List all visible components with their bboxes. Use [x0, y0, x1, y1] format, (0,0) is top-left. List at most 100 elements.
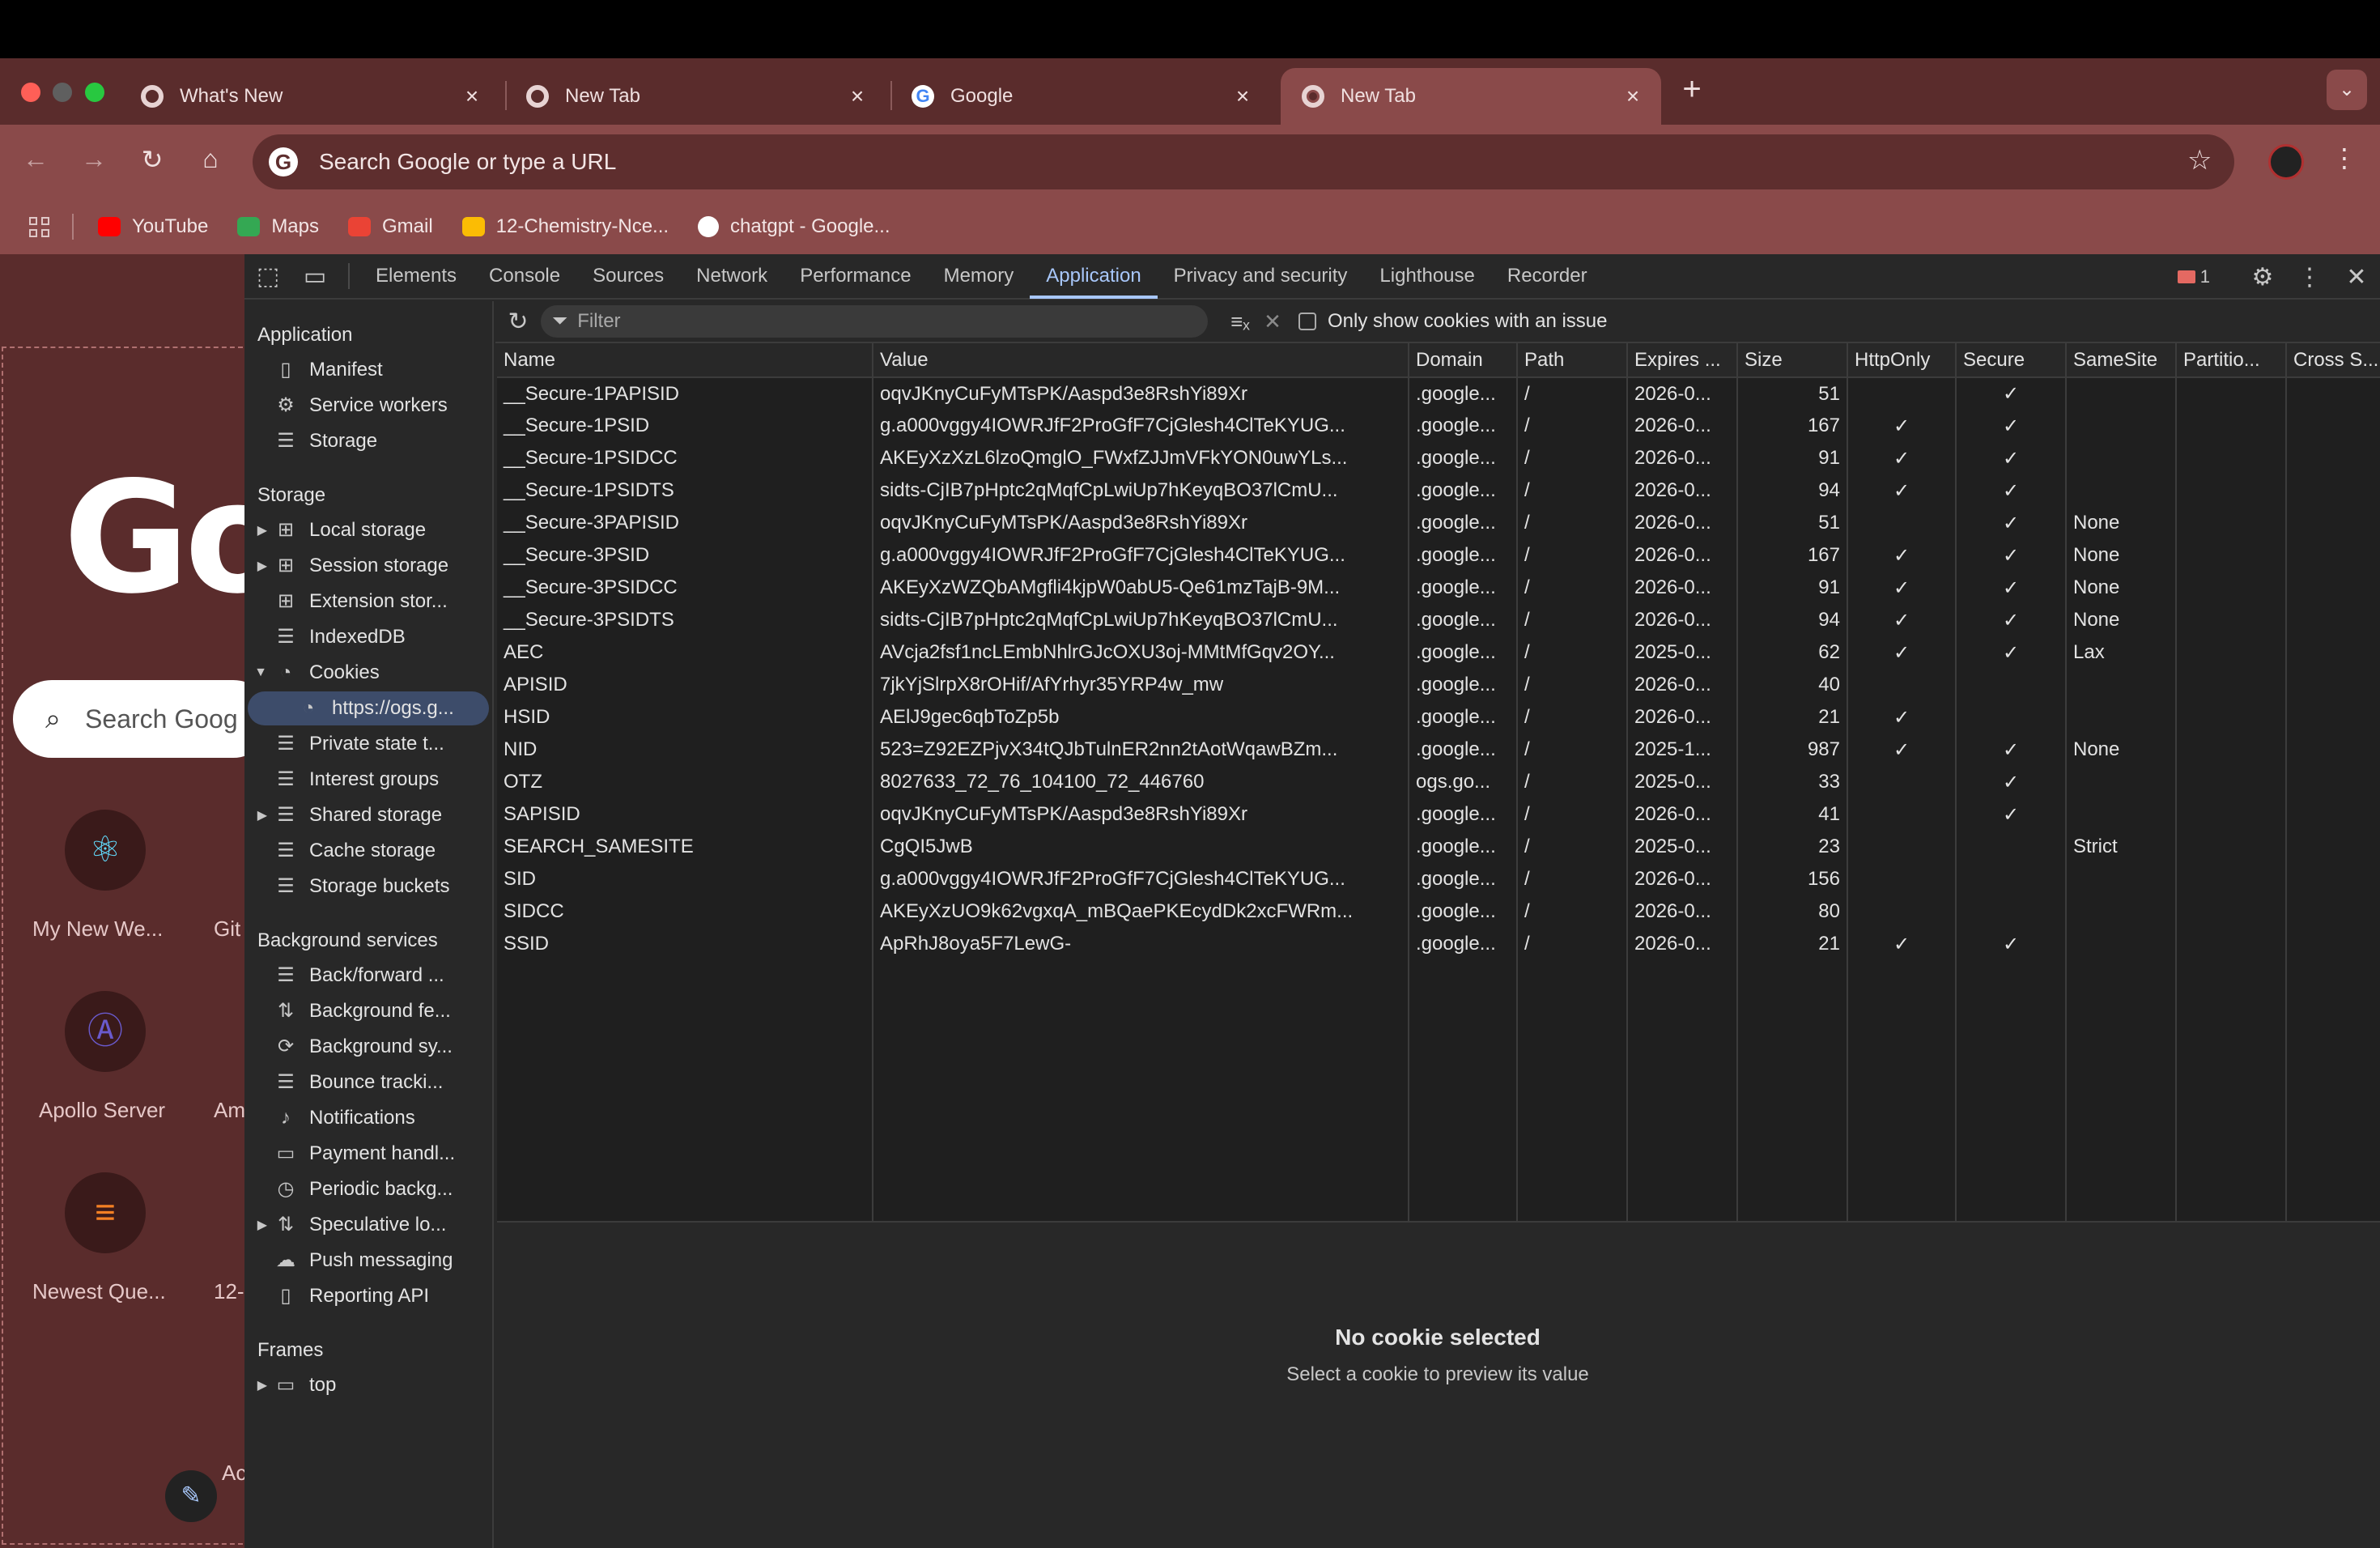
forward-arrow-icon[interactable]: →	[76, 144, 112, 174]
table-row[interactable]: APISID 7jkYjSlrpX8rOHif/AfYrhyr35YRP4w_mw…	[497, 669, 2380, 701]
shortcut-label-partial[interactable]: Git	[214, 916, 240, 942]
table-row[interactable]: __Secure-3PSIDTS sidts-CjIB7pHptc2qMqfCpL…	[497, 604, 2380, 636]
tab-close-icon[interactable]: ×	[1621, 83, 1645, 109]
devtools-tab[interactable]: Elements	[359, 253, 473, 299]
column-header[interactable]: Size	[1737, 343, 1848, 378]
table-row[interactable]: __Secure-3PSIDCC AKEyXzWZQbAMgfli4kjpW0ab…	[497, 572, 2380, 604]
browser-tab[interactable]: New Tab ×	[505, 68, 886, 125]
sidebar-item-shared-storage[interactable]: ▶ ☰ Shared storage	[244, 798, 492, 832]
devtools-tab-active[interactable]: Application	[1030, 253, 1158, 299]
devtools-tab[interactable]: Sources	[576, 253, 680, 299]
cookie-filter-input[interactable]: ⏷ Filter	[541, 305, 1208, 338]
tab-close-icon[interactable]: ×	[460, 83, 484, 109]
new-tab-button[interactable]: +	[1676, 71, 1708, 108]
bookmark-star-icon[interactable]: ☆	[2187, 144, 2212, 176]
window-close-button[interactable]	[21, 83, 40, 102]
bookmark-chatgpt[interactable]: chatgpt - Google...	[698, 215, 890, 238]
bookmark-youtube[interactable]: YouTube	[98, 215, 208, 238]
shortcut-label[interactable]: Apollo Server	[39, 1098, 165, 1123]
devtools-tab[interactable]: Performance	[784, 253, 927, 299]
devtools-tab[interactable]: Recorder	[1491, 253, 1604, 299]
back-arrow-icon[interactable]: ←	[18, 144, 53, 174]
devtools-tab[interactable]: Console	[473, 253, 576, 299]
close-devtools-icon[interactable]: ✕	[2333, 263, 2380, 291]
issues-counter[interactable]: 1	[2177, 266, 2210, 287]
page-search-box[interactable]: ⌕ Search Goog	[13, 680, 244, 758]
device-toolbar-icon[interactable]: ▭	[291, 262, 338, 291]
column-header[interactable]: Value	[873, 343, 1409, 378]
sidebar-item-cookies[interactable]: ▼ ◔ Cookies	[244, 656, 492, 690]
bookmark-chemistry[interactable]: 12-Chemistry-Nce...	[461, 215, 669, 238]
window-maximize-button[interactable]	[85, 83, 104, 102]
sidebar-item-storage-buckets[interactable]: ☰ Storage buckets	[244, 870, 492, 904]
sidebar-item-frame-top[interactable]: ▶ ▭ top	[244, 1368, 492, 1402]
table-row[interactable]: __Secure-1PSID g.a000vggy4IOWRJfF2ProGfF7…	[497, 410, 2380, 442]
table-row[interactable]: SIDCC AKEyXzUO9k62vgxqA_mBQaePKEcydDk2xcF…	[497, 895, 2380, 928]
refresh-icon[interactable]: ↻	[495, 308, 541, 336]
bookmark-gmail[interactable]: Gmail	[348, 215, 433, 238]
sidebar-item-background-sync[interactable]: ⟳ Background sy...	[244, 1030, 492, 1064]
reload-icon[interactable]: ↻	[134, 144, 170, 175]
table-row[interactable]: NID 523=Z92EZPjvX34tQJbTulnER2nn2tAotWqaw…	[497, 734, 2380, 766]
browser-tab[interactable]: What's New ×	[120, 68, 500, 125]
shortcut-label[interactable]: Newest Que...	[32, 1279, 166, 1304]
sidebar-item-reporting-api[interactable]: ▯ Reporting API	[244, 1279, 492, 1313]
shortcut-label-partial[interactable]: Am	[214, 1098, 244, 1123]
settings-gear-icon[interactable]: ⚙	[2239, 263, 2286, 291]
sidebar-item-notifications[interactable]: ♪ Notifications	[244, 1101, 492, 1135]
address-bar[interactable]: G Search Google or type a URL	[253, 134, 2234, 189]
table-row[interactable]: SSID ApRhJ8oya5F7LewG- .google.../2026-0..…	[497, 928, 2380, 960]
table-row[interactable]: SEARCH_SAMESITE CgQI5JwB .google.../2025-0…	[497, 831, 2380, 863]
table-row[interactable]: SID g.a000vggy4IOWRJfF2ProGfF7CjGlesh4ClT…	[497, 863, 2380, 895]
sidebar-item-private-state-tokens[interactable]: ☰ Private state t...	[244, 727, 492, 761]
delete-selected-icon[interactable]: ✕	[1256, 309, 1289, 334]
devtools-tab[interactable]: Network	[680, 253, 784, 299]
column-header[interactable]: Partitio...	[2176, 343, 2287, 378]
home-icon[interactable]: ⌂	[193, 144, 228, 174]
table-row[interactable]: __Secure-1PSIDCC AKEyXzXzL6lzoQmglO_FWxfZ…	[497, 442, 2380, 474]
sidebar-item-manifest[interactable]: ▯ Manifest	[244, 353, 492, 387]
bookmark-maps[interactable]: Maps	[237, 215, 319, 238]
shortcut-label[interactable]: My New We...	[32, 916, 163, 942]
table-row[interactable]: __Secure-1PSIDTS sidts-CjIB7pHptc2qMqfCpL…	[497, 474, 2380, 507]
issue-only-checkbox[interactable]	[1298, 313, 1316, 330]
inspect-element-icon[interactable]: ⬚	[244, 262, 291, 291]
browser-menu-icon[interactable]: ⋮	[2331, 142, 2357, 173]
column-header[interactable]: Secure	[1956, 343, 2067, 378]
column-header[interactable]: Expires ...	[1627, 343, 1738, 378]
apollo-icon[interactable]: Ⓐ	[65, 991, 146, 1072]
column-header[interactable]: Cross S...	[2286, 343, 2380, 378]
column-header[interactable]: Path	[1517, 343, 1628, 378]
sidebar-item-cookie-origin[interactable]: ◔ https://ogs.g...	[248, 691, 489, 725]
sidebar-item-push-messaging[interactable]: ☁ Push messaging	[244, 1244, 492, 1278]
sidebar-item-cache-storage[interactable]: ☰ Cache storage	[244, 834, 492, 868]
sidebar-item-interest-groups[interactable]: ☰ Interest groups	[244, 763, 492, 797]
tab-close-icon[interactable]: ×	[1230, 83, 1255, 109]
shortcut-label-partial[interactable]: 12-	[214, 1279, 244, 1304]
sidebar-item-payment-handler[interactable]: ▭ Payment handl...	[244, 1137, 492, 1171]
edit-pencil-icon[interactable]: ✎	[165, 1470, 217, 1522]
sidebar-item-back-forward-cache[interactable]: ☰ Back/forward ...	[244, 959, 492, 993]
tab-close-icon[interactable]: ×	[845, 83, 869, 109]
shortcut-label-partial[interactable]: Ac	[222, 1461, 244, 1486]
sidebar-item-periodic-background-sync[interactable]: ◷ Periodic backg...	[244, 1172, 492, 1206]
more-options-icon[interactable]: ⋮	[2286, 263, 2333, 291]
column-header[interactable]: Name	[497, 343, 873, 378]
sidebar-item-service-workers[interactable]: ⚙ Service workers	[244, 389, 492, 423]
table-row[interactable]: AEC AVcja2fsf1ncLEmbNhlrGJcOXU3oj-MMtMfGq…	[497, 636, 2380, 669]
browser-tab[interactable]: G Google ×	[890, 68, 1271, 125]
column-header[interactable]: HttpOnly	[1847, 343, 1957, 378]
devtools-tab[interactable]: Memory	[928, 253, 1031, 299]
sidebar-item-storage-overview[interactable]: ☰ Storage	[244, 424, 492, 458]
profile-avatar[interactable]	[2268, 144, 2304, 180]
sidebar-item-background-fetch[interactable]: ⇅ Background fe...	[244, 994, 492, 1028]
column-header[interactable]: SameSite	[2066, 343, 2177, 378]
sidebar-item-extension-storage[interactable]: ⊞ Extension stor...	[244, 585, 492, 619]
devtools-tab[interactable]: Privacy and security	[1158, 253, 1364, 299]
clear-all-cookies-icon[interactable]: ≡ₓ	[1224, 309, 1256, 334]
window-minimize-button[interactable]	[53, 83, 72, 102]
sidebar-item-session-storage[interactable]: ▶ ⊞ Session storage	[244, 549, 492, 583]
browser-tab-active[interactable]: New Tab ×	[1281, 68, 1661, 125]
table-row[interactable]: __Secure-3PAPISID oqvJKnyCuFyMTsPK/Aaspd3…	[497, 507, 2380, 539]
table-row[interactable]: __Secure-3PSID g.a000vggy4IOWRJfF2ProGfF7…	[497, 539, 2380, 572]
